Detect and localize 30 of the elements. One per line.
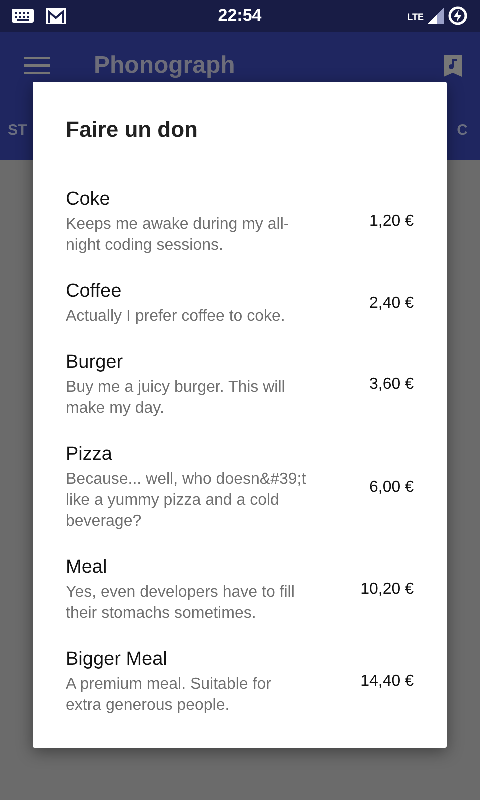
tab[interactable]: ST [8, 122, 28, 138]
item-name: Bigger Meal [66, 648, 168, 672]
network-type: LTE [408, 12, 424, 22]
item-price: 10,20 € [360, 581, 414, 599]
signal-icon [428, 8, 444, 24]
app-title: Phonograph [94, 52, 236, 80]
dialog-title: Faire un don [66, 116, 199, 144]
item-name: Pizza [66, 443, 114, 467]
item-price: 1,20 € [370, 213, 414, 231]
item-description: Because... well, who doesn&#39;t like a yummy pizza and a cold beverage? [66, 470, 308, 532]
item-description: Buy me a juicy burger. This will make my day. [66, 378, 286, 419]
menu-icon[interactable] [24, 57, 50, 75]
item-description: Actually I prefer coffee to coke. [66, 307, 286, 327]
item-price: 3,60 € [370, 376, 414, 394]
item-description: Yes, even developers have to fill their stomachs sometimes. [66, 583, 296, 624]
keyboard-icon [12, 9, 34, 23]
item-description: Keeps me awake during my all-night coding sessions. [66, 215, 290, 256]
item-name: Coffee [66, 280, 123, 304]
item-price: 6,00 € [370, 478, 414, 496]
item-name: Coke [66, 188, 112, 212]
item-name: Burger [66, 351, 124, 375]
status-time: 22:54 [218, 6, 262, 26]
mail-icon [46, 8, 66, 24]
item-name: Meal [66, 556, 108, 580]
tab[interactable]: C [457, 122, 468, 138]
item-price: 2,40 € [370, 294, 414, 312]
battery-charging-icon [448, 6, 468, 26]
item-description: A premium meal. Suitable for extra generous people. [66, 675, 272, 716]
item-price: 14,40 € [360, 673, 414, 691]
music-note-icon[interactable] [444, 55, 462, 77]
